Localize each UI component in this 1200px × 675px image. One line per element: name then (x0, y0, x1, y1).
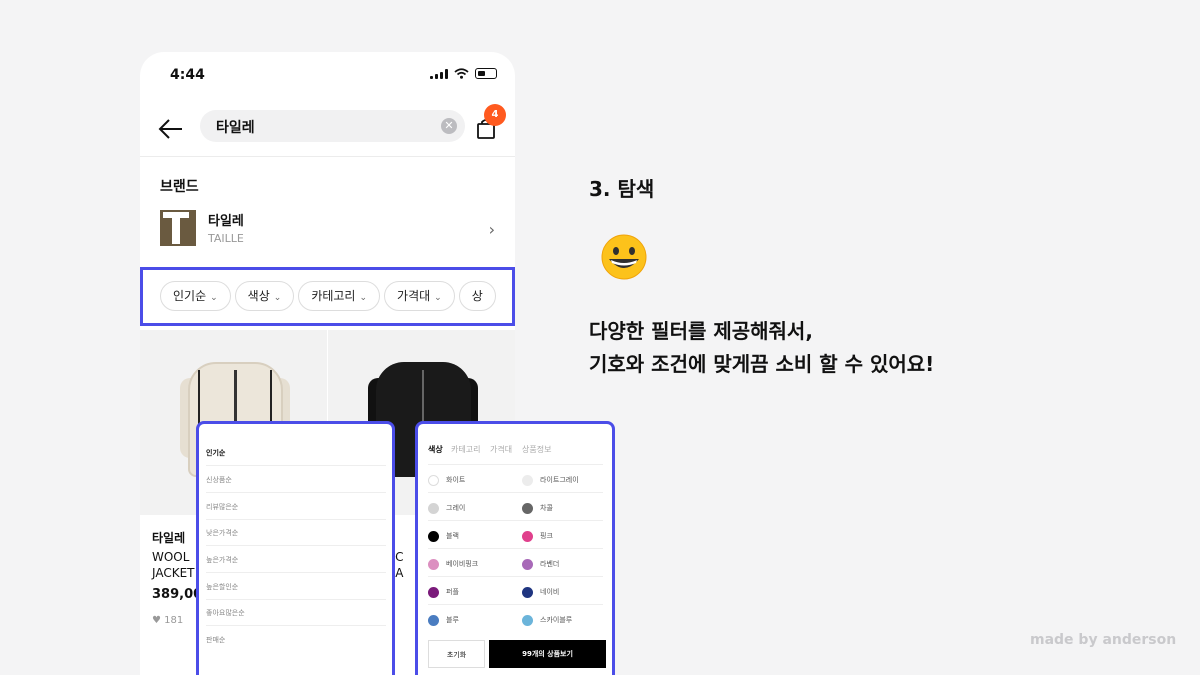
sort-option[interactable]: 신상품순 (206, 467, 386, 493)
tab-price[interactable]: 가격대 (490, 444, 512, 455)
battery-icon (475, 68, 497, 79)
back-arrow-icon[interactable] (158, 116, 184, 142)
color-swatch (522, 530, 533, 542)
tab-product-info[interactable]: 상품정보 (522, 444, 551, 455)
sort-option[interactable]: 높은할인순 (206, 574, 386, 600)
color-option[interactable]: 라벤더 (522, 558, 559, 570)
heart-icon[interactable]: ♥ (152, 615, 161, 626)
header-divider (140, 156, 515, 157)
sort-option[interactable]: 높은가격순 (206, 547, 386, 573)
color-option[interactable]: 블랙 (428, 530, 459, 542)
color-option[interactable]: 차콜 (522, 502, 553, 514)
sort-option[interactable]: 리뷰많은순 (206, 494, 386, 520)
color-option[interactable]: 블루 (428, 614, 459, 626)
color-swatch (428, 558, 439, 570)
color-option[interactable]: 네이비 (522, 586, 559, 598)
like-count: 181 (164, 615, 184, 626)
color-swatch (522, 474, 533, 486)
brand-english-name: TAILLE (208, 232, 244, 245)
color-option[interactable]: 그레이 (428, 502, 465, 514)
reset-button[interactable]: 초기화 (428, 640, 485, 668)
chevron-right-icon: › (488, 220, 495, 239)
color-option[interactable]: 퍼플 (428, 586, 459, 598)
color-swatch (428, 474, 439, 486)
color-swatch (428, 614, 439, 626)
color-option[interactable]: 화이트 (428, 474, 465, 486)
color-swatch (428, 530, 439, 542)
color-swatch (522, 586, 533, 598)
status-bar: 4:44 (140, 52, 515, 96)
color-swatch (522, 614, 533, 626)
color-swatch (428, 586, 439, 598)
color-option[interactable]: 라이트그레이 (522, 474, 579, 486)
brand-name: 타일레 (208, 214, 244, 229)
status-time: 4:44 (170, 67, 205, 83)
color-swatch (428, 502, 439, 514)
grinning-face-icon (601, 234, 647, 280)
color-option[interactable]: 베이비핑크 (428, 558, 478, 570)
search-input[interactable]: 타일레 ✕ (200, 110, 465, 142)
view-products-button[interactable]: 99개의 상품보기 (489, 640, 606, 668)
sort-option[interactable]: 좋아요많은순 (206, 600, 386, 626)
credit-text: made by anderson (1030, 632, 1177, 648)
cart-count-badge: 4 (484, 104, 506, 126)
sort-option[interactable]: 인기순 (206, 440, 386, 466)
search-query: 타일레 (216, 120, 255, 136)
section-description: 다양한 필터를 제공해줘서, 기호와 조건에 맞게끔 소비 할 수 있어요! (589, 315, 934, 381)
description-line: 기호와 조건에 맞게끔 소비 할 수 있어요! (589, 352, 935, 376)
sort-option[interactable]: 낮은가격순 (206, 520, 386, 546)
product-brand: 타일레 (152, 531, 186, 545)
filter-highlight-box (140, 267, 515, 326)
tab-category[interactable]: 카테고리 (451, 444, 480, 455)
description-line: 다양한 필터를 제공해줘서, (589, 319, 813, 343)
product-price: 389,00 (152, 587, 203, 602)
sort-options-sheet: 인기순 신상품순 리뷰많은순 낮은가격순 높은가격순 높은할인순 좋아요많은순 … (196, 421, 395, 675)
color-swatch (522, 502, 533, 514)
search-header: 타일레 ✕ 4 (140, 104, 515, 156)
brand-section-heading: 브랜드 (160, 179, 199, 195)
wifi-icon (454, 68, 469, 79)
color-filter-sheet: 색상 카테고리 가격대 상품정보 화이트 라이트그레이 그레이 차콜 블랙 핑크… (415, 421, 615, 675)
color-option[interactable]: 스카이블루 (522, 614, 572, 626)
clear-icon[interactable]: ✕ (441, 118, 457, 134)
tab-color[interactable]: 색상 (428, 444, 443, 455)
sort-option[interactable]: 판매순 (206, 627, 386, 653)
color-swatch (522, 558, 533, 570)
brand-row[interactable]: 타일레 TAILLE › (160, 210, 495, 248)
section-title: 3. 탐색 (589, 177, 655, 201)
color-option[interactable]: 핑크 (522, 530, 553, 542)
brand-logo (160, 210, 196, 246)
product-likes: ♥ 181 (152, 615, 183, 626)
signal-icon (430, 68, 448, 79)
